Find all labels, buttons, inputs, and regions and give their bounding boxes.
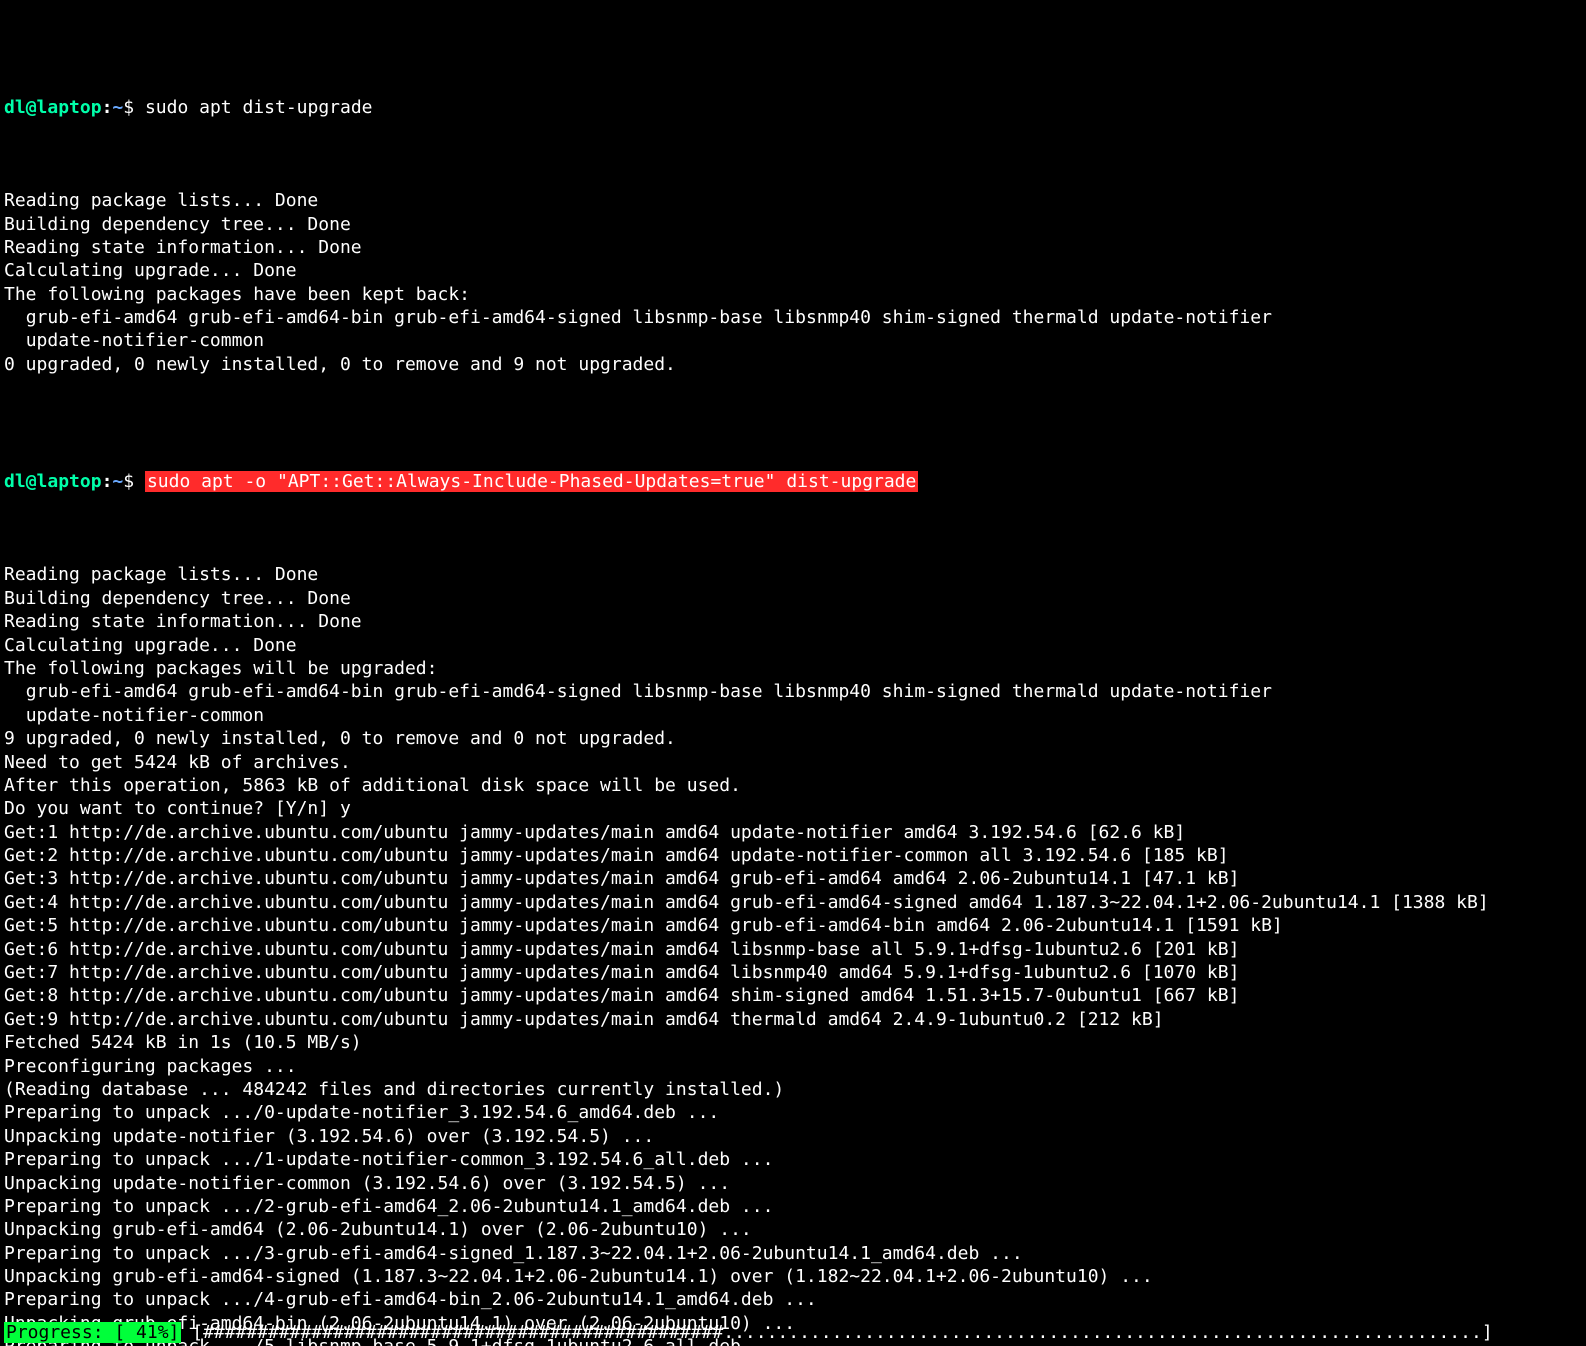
output-line: Unpacking grub-efi-amd64-signed (1.187.3… [4, 1265, 1582, 1288]
progress-label: Progress: [ 41%] [4, 1322, 181, 1343]
prompt-at: @ [26, 97, 37, 118]
output-line: Get:8 http://de.archive.ubuntu.com/ubunt… [4, 984, 1582, 1007]
prompt-colon: : [102, 97, 113, 118]
output-line: Preparing to unpack .../3-grub-efi-amd64… [4, 1242, 1582, 1265]
output-line: grub-efi-amd64 grub-efi-amd64-bin grub-e… [4, 680, 1582, 703]
output-line: Fetched 5424 kB in 1s (10.5 MB/s) [4, 1031, 1582, 1054]
output-line: Get:1 http://de.archive.ubuntu.com/ubunt… [4, 821, 1582, 844]
prompt-path: ~ [112, 97, 123, 118]
progress-row: Progress: [ 41%] [######################… [0, 1321, 1586, 1346]
output-line: Reading state information... Done [4, 610, 1582, 633]
prompt-line-1: dl@laptop:~$ sudo apt dist-upgrade [4, 96, 1582, 119]
prompt-path: ~ [112, 471, 123, 492]
prompt-host: laptop [37, 471, 102, 492]
prompt-at: @ [26, 471, 37, 492]
prompt-line-2: dl@laptop:~$ sudo apt -o "APT::Get::Alwa… [4, 470, 1582, 493]
output-line: Get:6 http://de.archive.ubuntu.com/ubunt… [4, 938, 1582, 961]
output-line: Preconfiguring packages ... [4, 1055, 1582, 1078]
terminal-area[interactable]: dl@laptop:~$ sudo apt dist-upgrade Readi… [0, 0, 1586, 1346]
output-line: Get:2 http://de.archive.ubuntu.com/ubunt… [4, 844, 1582, 867]
output-line: Get:4 http://de.archive.ubuntu.com/ubunt… [4, 891, 1582, 914]
output-line: The following packages have been kept ba… [4, 283, 1582, 306]
output-line: Reading package lists... Done [4, 189, 1582, 212]
output-line: Preparing to unpack .../4-grub-efi-amd64… [4, 1288, 1582, 1311]
output-block-1: Reading package lists... DoneBuilding de… [4, 189, 1582, 376]
output-line: Building dependency tree... Done [4, 587, 1582, 610]
output-line: Unpacking grub-efi-amd64 (2.06-2ubuntu14… [4, 1218, 1582, 1241]
output-line: grub-efi-amd64 grub-efi-amd64-bin grub-e… [4, 306, 1582, 329]
prompt-host: laptop [37, 97, 102, 118]
prompt-dollar: $ [123, 471, 134, 492]
output-line: Preparing to unpack .../2-grub-efi-amd64… [4, 1195, 1582, 1218]
output-line: update-notifier-common [4, 704, 1582, 727]
command-2-highlighted: sudo apt -o "APT::Get::Always-Include-Ph… [145, 471, 918, 492]
output-line: Calculating upgrade... Done [4, 259, 1582, 282]
prompt-colon: : [102, 471, 113, 492]
output-line: 0 upgraded, 0 newly installed, 0 to remo… [4, 353, 1582, 376]
output-line: (Reading database ... 484242 files and d… [4, 1078, 1582, 1101]
output-line: Preparing to unpack .../0-update-notifie… [4, 1101, 1582, 1124]
output-line: Need to get 5424 kB of archives. [4, 751, 1582, 774]
prompt-user: dl [4, 471, 26, 492]
output-line: Calculating upgrade... Done [4, 634, 1582, 657]
prompt-user: dl [4, 97, 26, 118]
output-block-2: Reading package lists... DoneBuilding de… [4, 563, 1582, 1346]
output-line: Preparing to unpack .../1-update-notifie… [4, 1148, 1582, 1171]
output-line: Reading state information... Done [4, 236, 1582, 259]
output-line: update-notifier-common [4, 329, 1582, 352]
output-line: Get:7 http://de.archive.ubuntu.com/ubunt… [4, 961, 1582, 984]
output-line: Unpacking update-notifier (3.192.54.6) o… [4, 1125, 1582, 1148]
output-line: Get:9 http://de.archive.ubuntu.com/ubunt… [4, 1008, 1582, 1031]
output-line: Building dependency tree... Done [4, 213, 1582, 236]
prompt-dollar: $ [123, 97, 134, 118]
output-line: Get:5 http://de.archive.ubuntu.com/ubunt… [4, 914, 1582, 937]
output-line: Reading package lists... Done [4, 563, 1582, 586]
command-1: sudo apt dist-upgrade [145, 97, 373, 118]
progress-bar: [#######################################… [181, 1322, 1492, 1343]
output-line: Unpacking update-notifier-common (3.192.… [4, 1172, 1582, 1195]
output-line: 9 upgraded, 0 newly installed, 0 to remo… [4, 727, 1582, 750]
output-line: Get:3 http://de.archive.ubuntu.com/ubunt… [4, 867, 1582, 890]
output-line: After this operation, 5863 kB of additio… [4, 774, 1582, 797]
output-line: Do you want to continue? [Y/n] y [4, 797, 1582, 820]
output-line: The following packages will be upgraded: [4, 657, 1582, 680]
